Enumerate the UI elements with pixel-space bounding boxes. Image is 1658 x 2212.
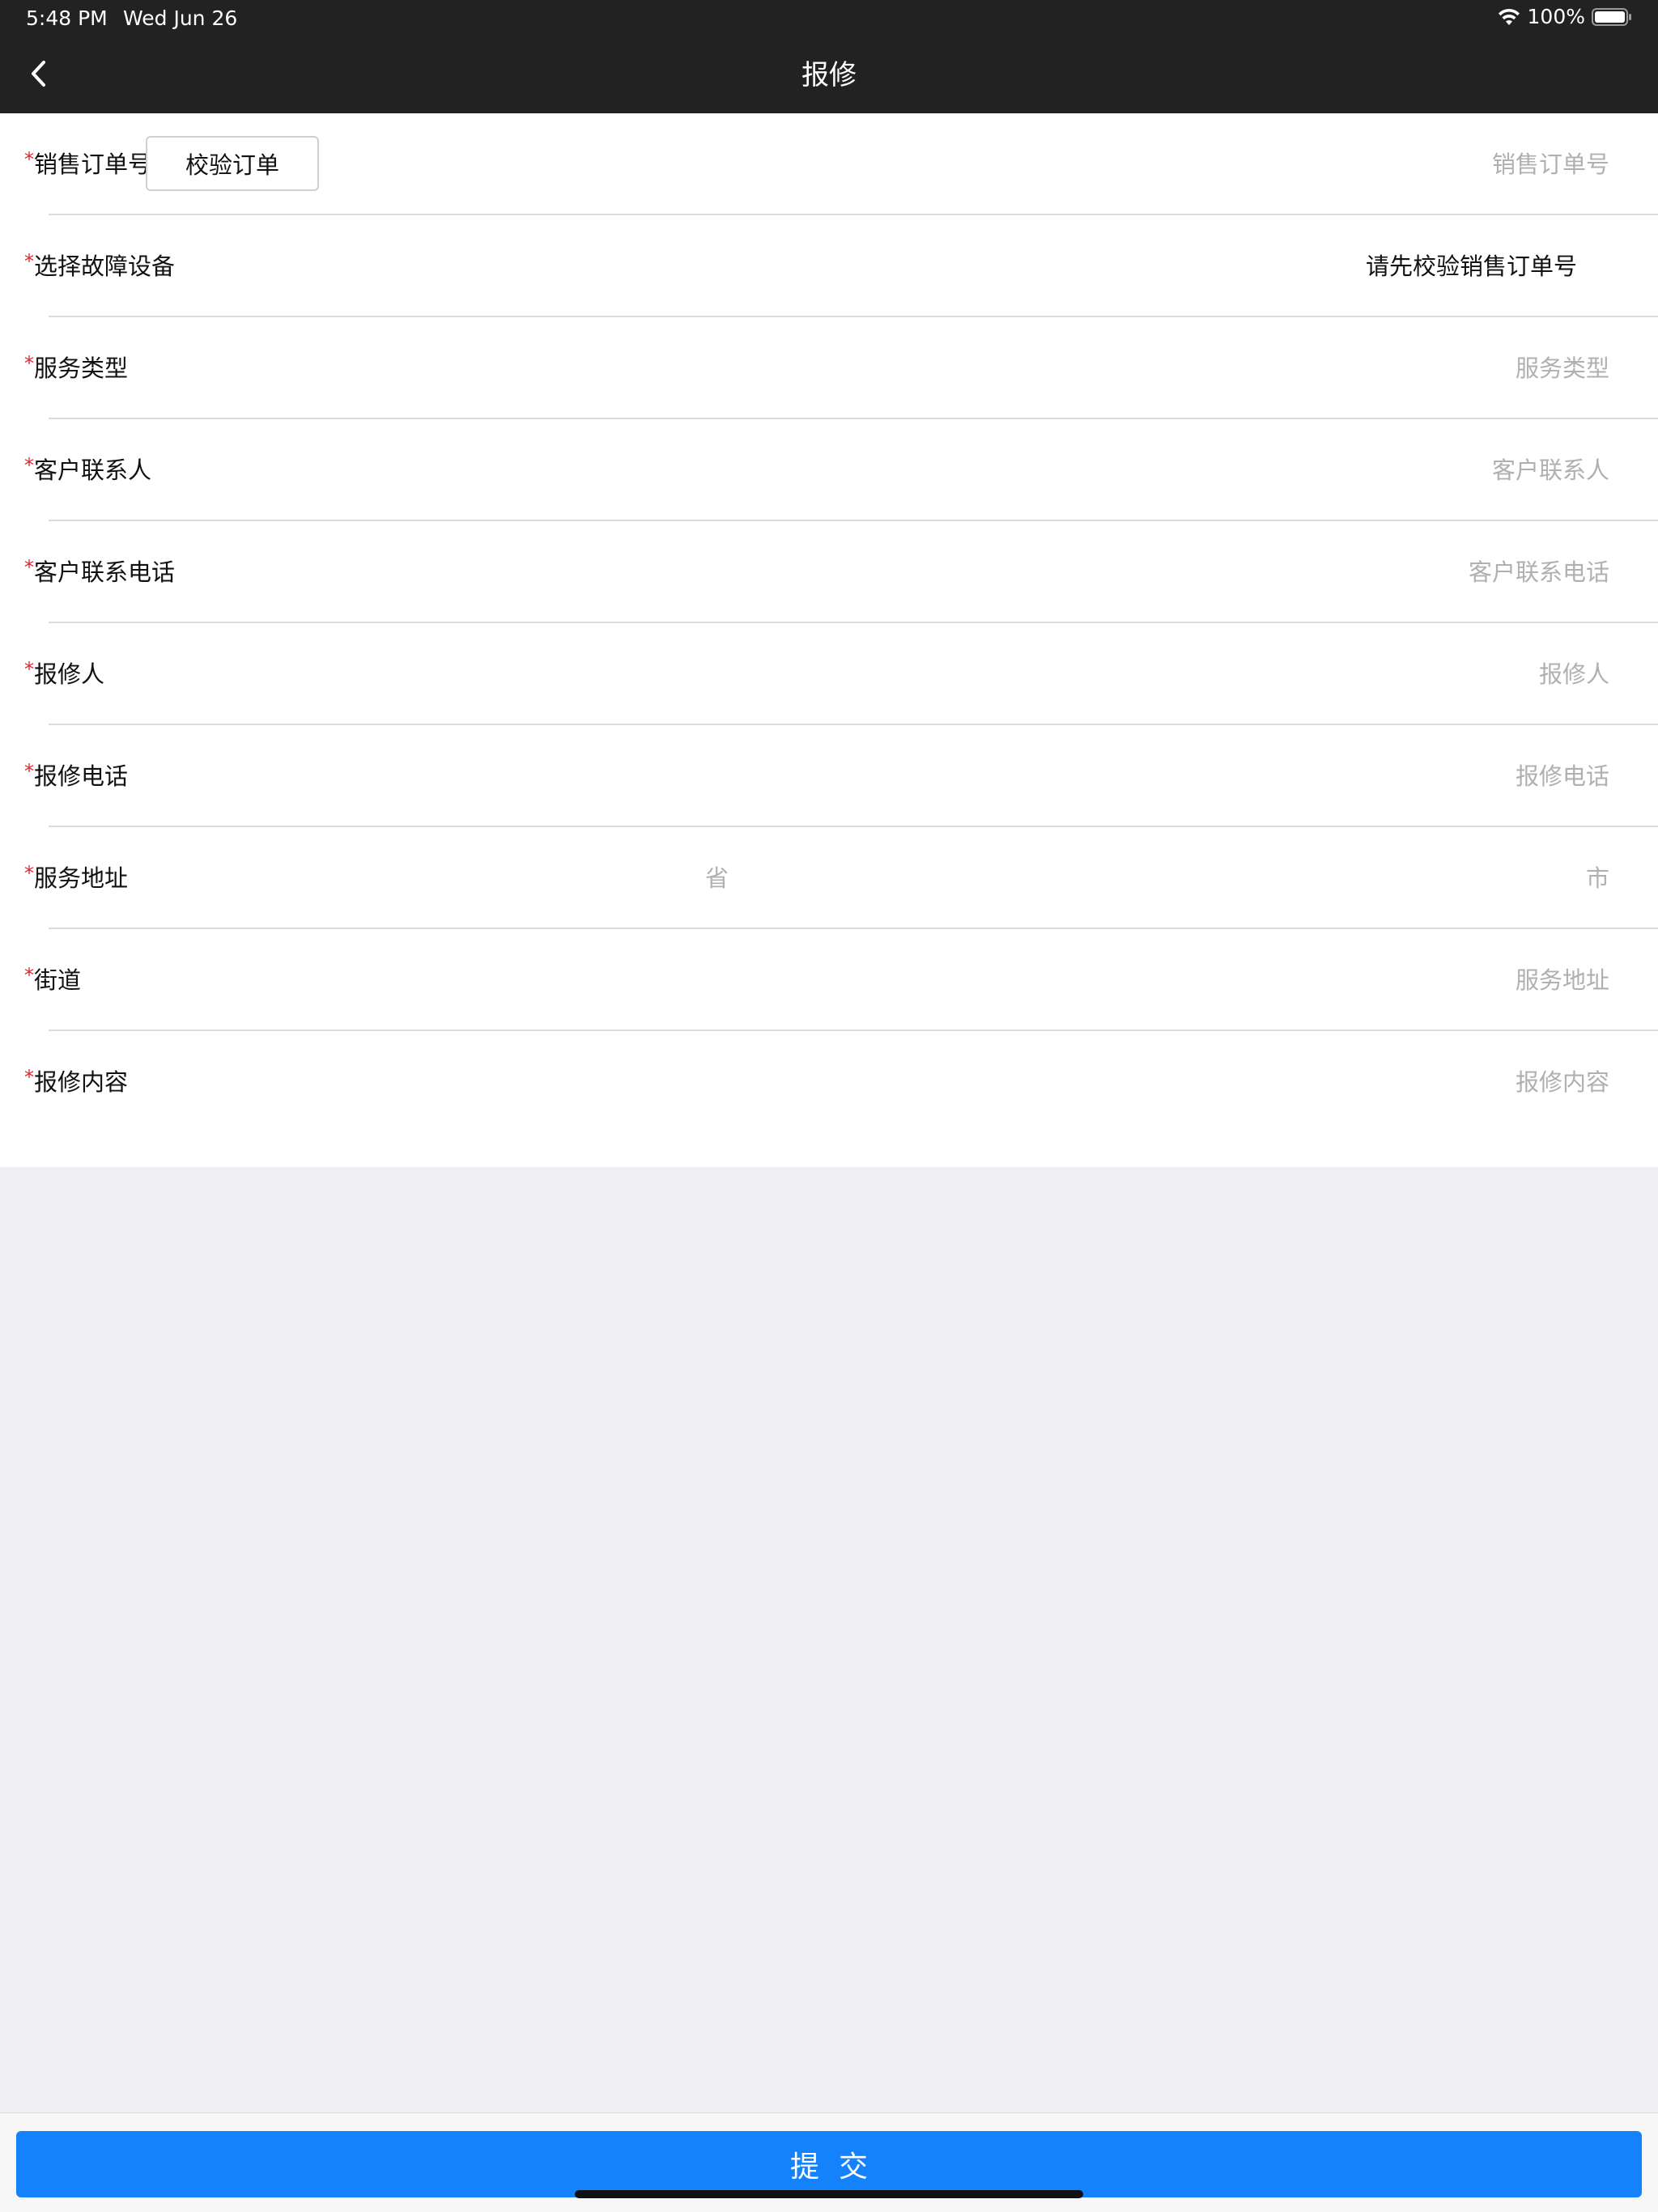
verify-order-button[interactable]: 校验订单 (146, 136, 319, 191)
status-bar: 5:48 PM Wed Jun 26 100% (0, 0, 1658, 37)
reporter-phone-label: 报修电话 (34, 762, 129, 790)
field-label: *报修电话 (24, 725, 128, 827)
reporter-input[interactable] (800, 646, 1609, 703)
form-row-reporter: *报修人 (0, 623, 1658, 725)
submit-button[interactable]: 提交 (16, 2131, 1642, 2197)
reporter-label: 报修人 (34, 660, 105, 688)
street-input[interactable] (800, 952, 1609, 1008)
status-indicators: 100% (1497, 5, 1632, 28)
device-label: 选择故障设备 (34, 253, 176, 280)
form-row-sales-order: *销售订单号 校验订单 (0, 113, 1658, 215)
form-row-contact-phone: *客户联系电话 (0, 521, 1658, 623)
home-indicator (575, 2190, 1083, 2198)
field-label: *报修内容 (24, 1031, 128, 1133)
service-type-input[interactable] (800, 340, 1609, 397)
battery-percent: 100% (1527, 5, 1585, 28)
field-label: *客户联系人 (24, 419, 151, 521)
form-row-service-type: *服务类型 (0, 317, 1658, 419)
repair-form: *销售订单号 校验订单 *选择故障设备 请先校验销售订单号 *服务类型 *客户联… (0, 113, 1658, 1167)
required-mark: * (24, 148, 34, 171)
status-date: Wed Jun 26 (123, 6, 238, 30)
field-label: *客户联系电话 (24, 521, 175, 623)
form-row-contact-name: *客户联系人 (0, 419, 1658, 521)
field-label: *报修人 (24, 623, 104, 725)
required-mark: * (24, 1066, 34, 1089)
battery-icon (1592, 7, 1632, 27)
device-select[interactable]: 请先校验销售订单号 (1366, 215, 1577, 317)
content-input[interactable] (800, 1054, 1609, 1110)
form-row-address: *服务地址 (0, 827, 1658, 929)
street-label: 街道 (34, 966, 82, 994)
field-label: *街道 (24, 929, 81, 1031)
required-mark: * (24, 760, 34, 783)
required-mark: * (24, 658, 34, 681)
form-row-content: *报修内容 (0, 1031, 1658, 1133)
city-input[interactable] (1043, 850, 1609, 906)
reporter-phone-input[interactable] (800, 748, 1609, 805)
required-mark: * (24, 454, 34, 477)
contact-phone-input[interactable] (800, 544, 1609, 601)
contact-name-input[interactable] (800, 442, 1609, 499)
contact-phone-label: 客户联系电话 (34, 558, 176, 586)
page-title: 报修 (801, 59, 857, 91)
required-mark: * (24, 352, 34, 375)
address-label: 服务地址 (34, 864, 129, 892)
sales-order-label: 销售订单号 (34, 151, 152, 178)
service-type-label: 服务类型 (34, 355, 129, 382)
required-mark: * (24, 862, 34, 885)
field-label: *服务类型 (24, 317, 128, 419)
field-label: *选择故障设备 (24, 215, 175, 317)
sales-order-input[interactable] (800, 136, 1609, 193)
form-row-street: *街道 (0, 929, 1658, 1031)
contact-name-label: 客户联系人 (34, 456, 152, 484)
province-input[interactable] (470, 850, 729, 906)
wifi-icon (1497, 7, 1521, 27)
form-row-device: *选择故障设备 请先校验销售订单号 (0, 215, 1658, 317)
required-mark: * (24, 556, 34, 579)
field-label: *销售订单号 (24, 113, 151, 215)
required-mark: * (24, 964, 34, 987)
content-label: 报修内容 (34, 1068, 129, 1096)
field-label: *服务地址 (24, 827, 128, 929)
status-time: 5:48 PM (26, 6, 108, 30)
required-mark: * (24, 250, 34, 273)
nav-bar: 报修 (0, 37, 1658, 113)
form-row-reporter-phone: *报修电话 (0, 725, 1658, 827)
